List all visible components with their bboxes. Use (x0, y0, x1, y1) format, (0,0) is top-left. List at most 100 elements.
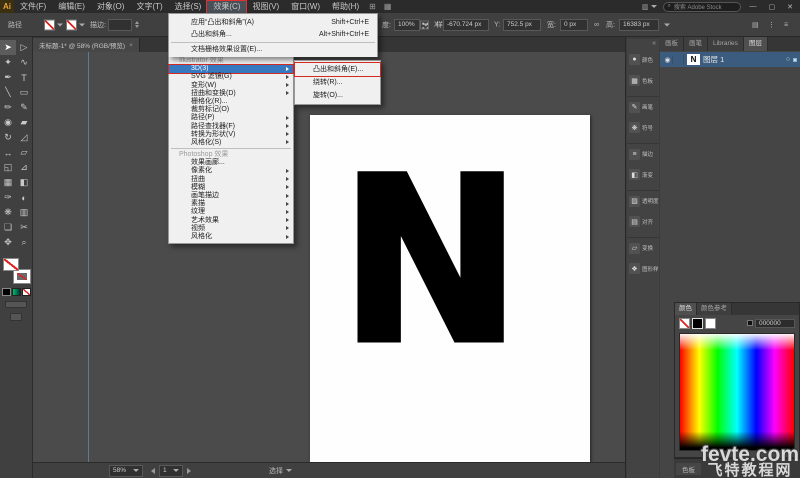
artistic-item[interactable]: 艺术效果 (169, 217, 293, 225)
line-segment-tool[interactable]: ╲ (0, 85, 16, 100)
help-menu[interactable]: 帮助(H) (326, 1, 365, 13)
stroke-color-swatch[interactable] (66, 19, 85, 30)
none-swatch[interactable] (679, 317, 690, 329)
artboard-tool[interactable]: ❏ (0, 220, 16, 235)
bridge-icon[interactable]: ⊞ (369, 2, 376, 11)
hex-value-field[interactable]: 000000 (755, 318, 795, 328)
blur-item[interactable]: 模糊 (169, 184, 293, 192)
document-tab[interactable]: 未标题-1* @ 58% (RGB/预览) × (33, 38, 140, 52)
rotate-subitem[interactable]: 旋转(O)... (295, 89, 380, 102)
dock-transparency[interactable]: ▨ 透明度 (627, 190, 659, 211)
mesh-tool[interactable]: ▦ (0, 175, 16, 190)
zoom-tool[interactable]: ⌕ (16, 235, 32, 250)
opacity-field[interactable]: 100% (394, 18, 420, 31)
dock-transform[interactable]: ▱ 变换 (627, 237, 659, 258)
file-menu[interactable]: 文件(F) (14, 1, 52, 13)
type-tool[interactable]: T (16, 70, 32, 85)
lasso-tool[interactable]: ∿ (16, 55, 32, 70)
effect-menu[interactable]: 效果(C) (206, 0, 248, 14)
width-field[interactable]: 0 px (560, 18, 588, 31)
visibility-eye-icon[interactable]: ◉ (663, 55, 673, 64)
object-menu[interactable]: 对象(O) (91, 1, 131, 13)
dock-gradient[interactable]: ◧ 渐变 (627, 164, 659, 185)
extrude-bevel[interactable]: 凸出和斜角... Alt+Shift+Ctrl+E (169, 28, 377, 40)
free-transform-tool[interactable]: ▱ (16, 145, 32, 160)
pencil-tool[interactable]: ✎ (16, 100, 32, 115)
color-button[interactable] (1, 288, 11, 296)
layer-row[interactable]: ◉ N 图层 1 ○ (660, 52, 800, 67)
dock-align[interactable]: ▤ 对齐 (627, 211, 659, 232)
canvas[interactable]: N (33, 52, 625, 462)
extrude-bevel-subitem[interactable]: 凸出和斜角(E)... (294, 62, 381, 77)
artboard-nav-select[interactable]: 1 (159, 464, 183, 477)
tab-color[interactable]: 颜色 (675, 303, 697, 315)
document-raster-effects-settings[interactable]: 文档栅格效果设置(E)... (169, 43, 377, 55)
stroke-weight-field[interactable] (108, 18, 132, 31)
transform-caret[interactable] (664, 23, 670, 26)
stroke-indicator[interactable] (12, 269, 31, 284)
fill-stroke-indicator[interactable] (2, 258, 31, 284)
scale-tool[interactable]: ◿ (16, 130, 32, 145)
revolve-subitem[interactable]: 绕转(R)... (295, 76, 380, 89)
tab-libraries[interactable]: Libraries (708, 37, 744, 51)
stylize-ps-item[interactable]: 风格化 (169, 233, 293, 241)
effect-gallery-item[interactable]: 效果画廊... (169, 159, 293, 167)
cb-panel-menu-icon[interactable]: ≡ (784, 21, 788, 28)
distort-transform-item[interactable]: 扭曲和变换(D) (169, 90, 293, 98)
brush-strokes-item[interactable]: 画笔描边 (169, 192, 293, 200)
cb-align-icon[interactable]: ▤ (752, 21, 759, 29)
cb-options-icon[interactable]: ⋮ (768, 21, 775, 29)
dock-stroke[interactable]: ≡ 描边 (627, 143, 659, 164)
workspace-switcher[interactable]: ▥ (642, 3, 657, 11)
type-menu[interactable]: 文字(T) (130, 1, 168, 13)
rotate-tool[interactable]: ↻ (0, 130, 16, 145)
fill-indicator[interactable] (2, 258, 19, 271)
paintbrush-tool[interactable]: ✏ (0, 100, 16, 115)
apply-extrude-bevel[interactable]: 应用“凸出和斜角”(A) Shift+Ctrl+E (169, 16, 377, 28)
next-artboard-icon[interactable] (187, 467, 191, 474)
vertical-guide[interactable] (88, 52, 89, 462)
none-button[interactable] (21, 288, 31, 296)
reference-point-grid[interactable] (420, 20, 429, 29)
crop-marks-item[interactable]: 裁剪标记(O) (169, 106, 293, 114)
distort-item[interactable]: 扭曲 (169, 176, 293, 184)
swatches-tab[interactable]: 色板 (676, 462, 701, 475)
y-field[interactable]: 752.5 px (503, 18, 541, 31)
minimize-button[interactable]: — (747, 3, 760, 10)
pathfinder-item[interactable]: 路径查找器(F) (169, 123, 293, 131)
symbol-sprayer-tool[interactable]: ❋ (0, 205, 16, 220)
tab-layers[interactable]: 图层 (743, 37, 768, 51)
prev-artboard-icon[interactable] (151, 467, 155, 474)
svg-filters-item[interactable]: SVG 滤镜(G) (169, 73, 293, 81)
maximize-button[interactable]: ▢ (766, 3, 779, 11)
video-item[interactable]: 视频 (169, 225, 293, 233)
eyedropper-tool[interactable]: ✑ (0, 190, 16, 205)
hand-tool[interactable]: ✥ (0, 235, 16, 250)
convert-to-shape-item[interactable]: 转换为形状(V) (169, 131, 293, 139)
x-field[interactable]: -670.724 px (443, 18, 489, 31)
draw-mode-buttons[interactable] (5, 301, 27, 308)
tab-artboards[interactable]: 画板 (660, 37, 684, 51)
blend-tool[interactable]: ◐ (16, 190, 32, 205)
slice-tool[interactable]: ✂ (16, 220, 32, 235)
layer-name[interactable]: 图层 1 (703, 54, 724, 65)
dock-symbols[interactable]: ❋ 符号 (627, 117, 659, 138)
shape-builder-tool[interactable]: ◱ (0, 160, 16, 175)
tab-brushes[interactable]: 画笔 (684, 37, 708, 51)
fill-color-swatch[interactable] (44, 19, 63, 30)
arrange-documents-icon[interactable]: ▦ (384, 2, 392, 11)
perspective-grid-tool[interactable]: ⊿ (16, 160, 32, 175)
eraser-tool[interactable]: ▰ (16, 115, 32, 130)
stock-search-input[interactable]: ⌕ 搜索 Adobe Stock (662, 1, 741, 12)
height-field[interactable]: 16383 px (619, 18, 659, 31)
window-menu[interactable]: 窗口(W) (285, 1, 326, 13)
white-swatch[interactable] (705, 317, 716, 329)
zoom-level-select[interactable]: 58% (109, 464, 143, 477)
pen-tool[interactable]: ✒ (0, 70, 16, 85)
gradient-tool[interactable]: ◧ (16, 175, 32, 190)
screen-mode-button[interactable] (10, 313, 22, 321)
dock-graphic-styles[interactable]: ❖ 图形样式 (627, 258, 659, 279)
rectangle-tool[interactable]: ▭ (16, 85, 32, 100)
color-spectrum[interactable] (679, 333, 795, 451)
dock-brushes[interactable]: ✎ 画笔 (627, 96, 659, 117)
